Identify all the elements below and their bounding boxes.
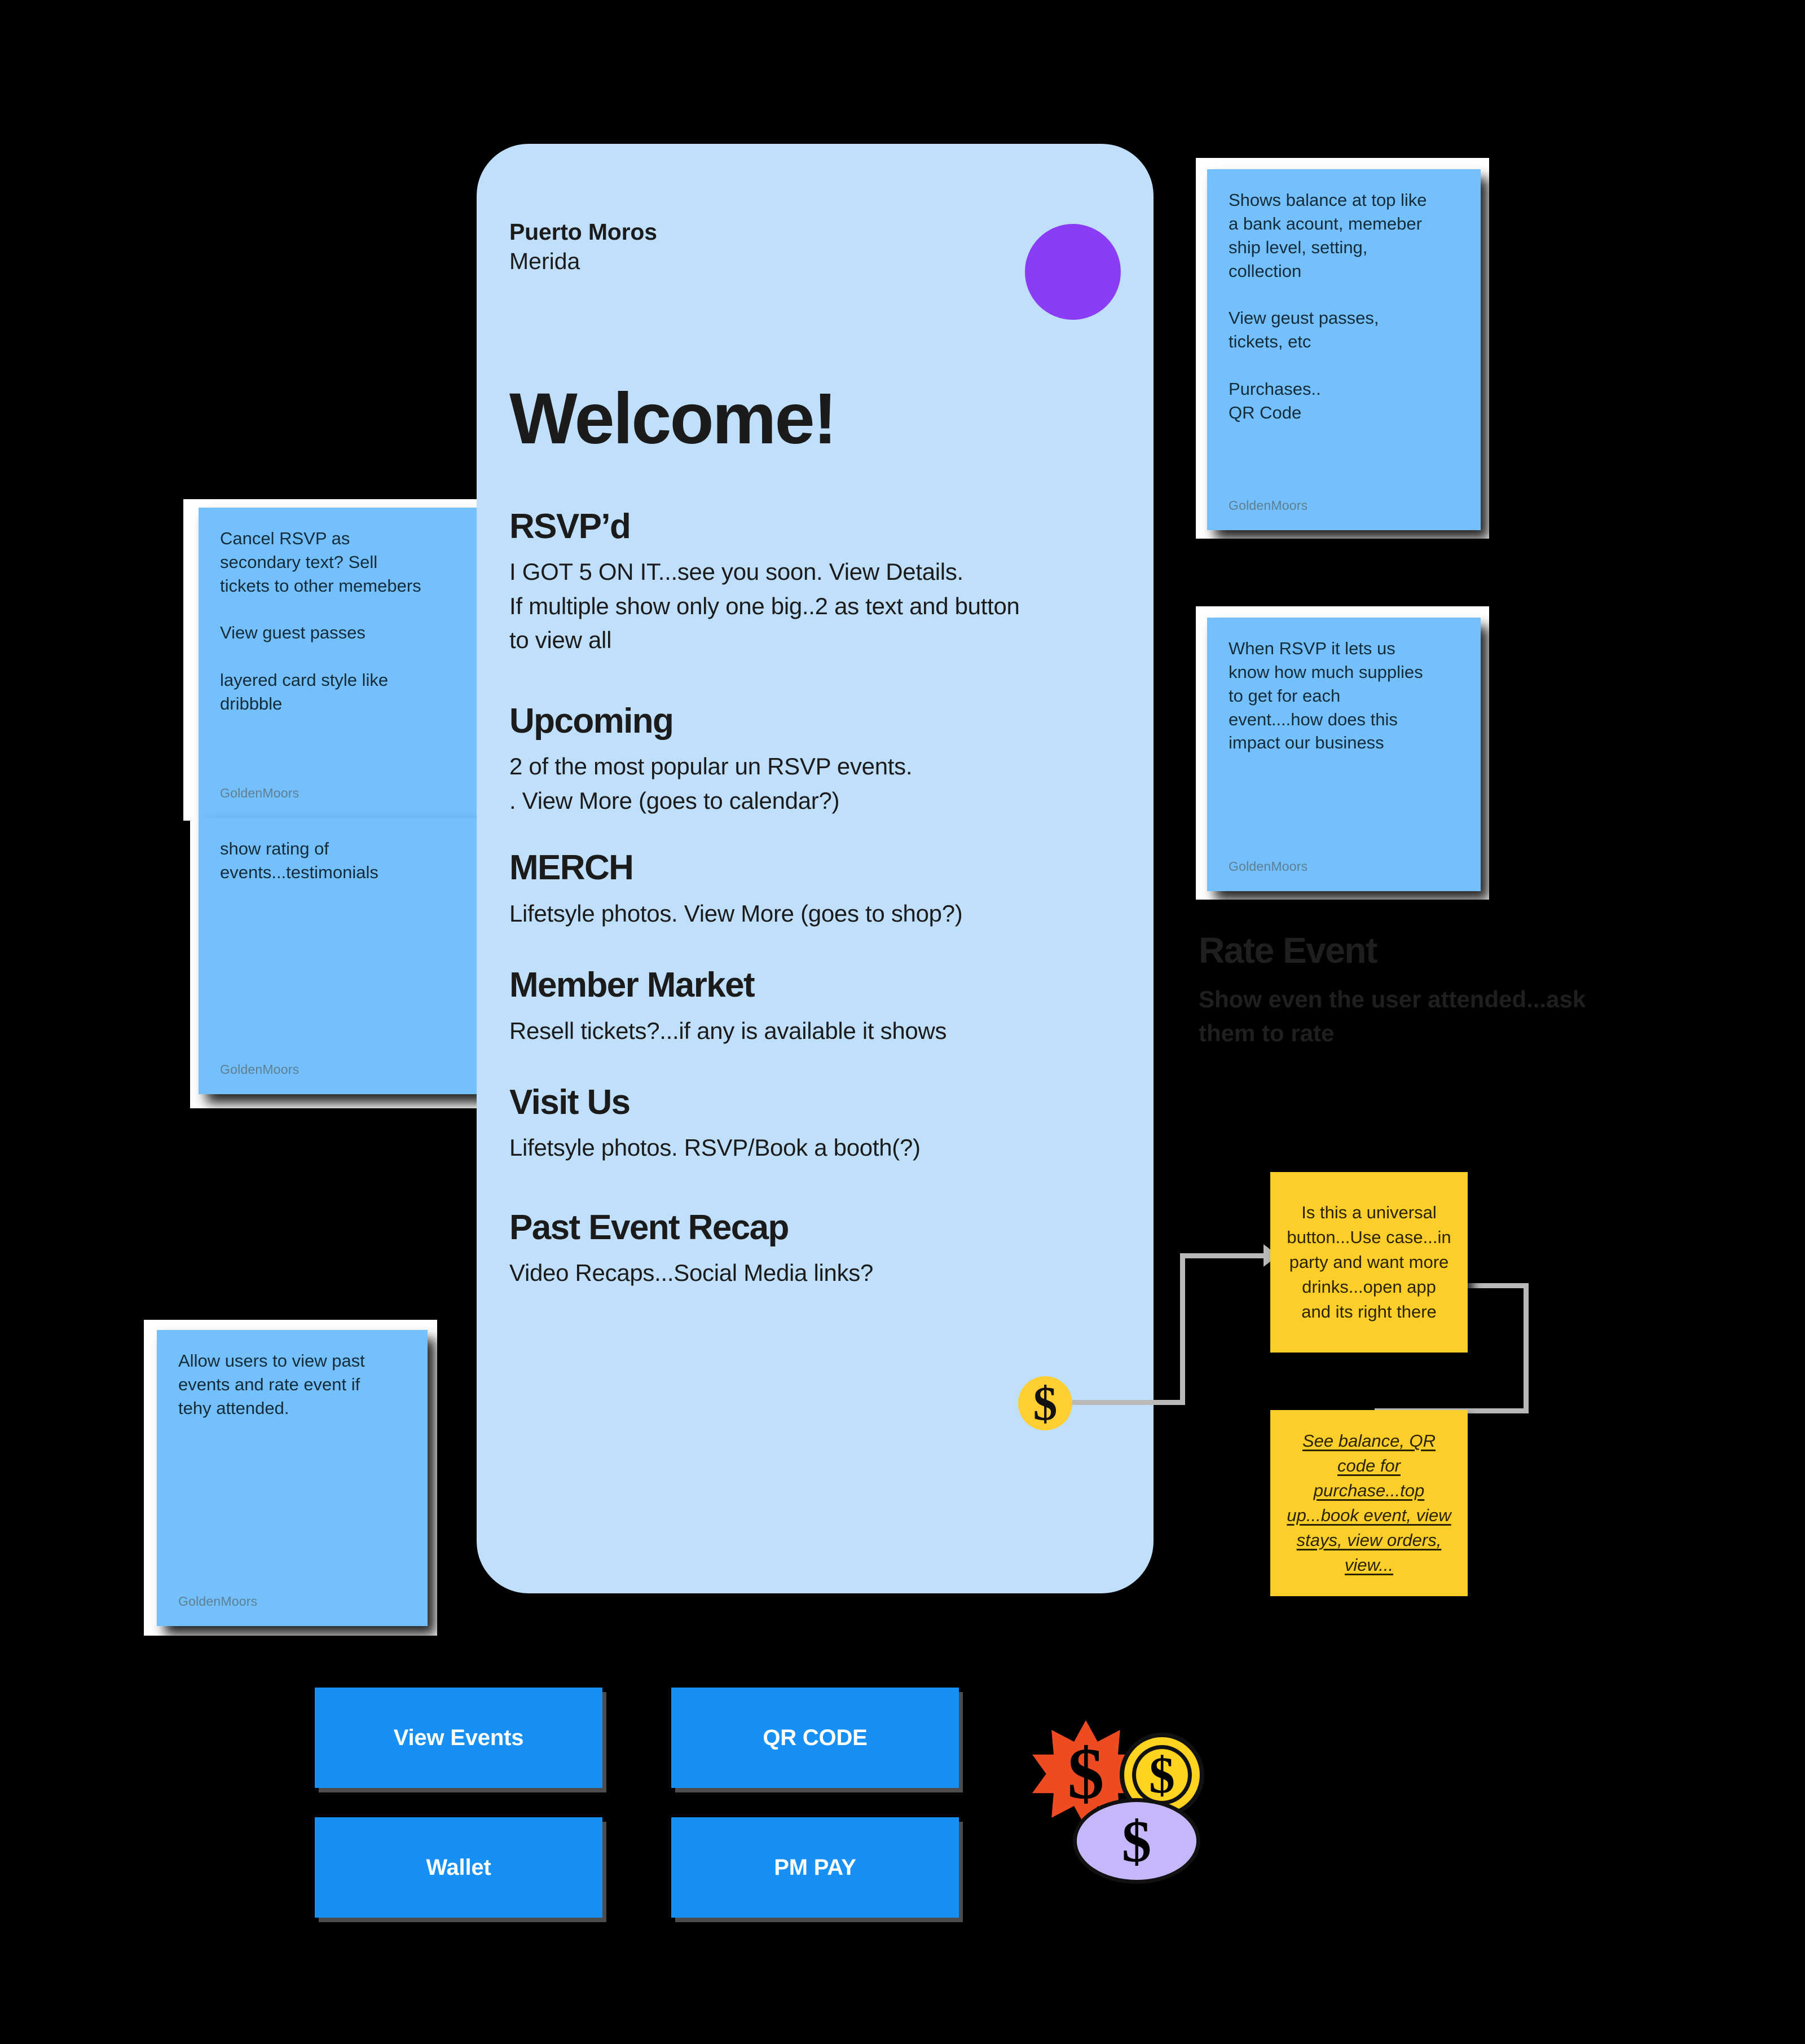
rate-event-block: Rate Event Show even the user attended..… <box>1199 931 1763 1050</box>
board-canvas: Cancel RSVP as secondary text? Sell tick… <box>0 0 1805 2044</box>
yellow-note-text: See balance, QR code for purchase...top … <box>1287 1430 1451 1575</box>
section-body: 2 of the most popular un RSVP events. . … <box>509 753 913 814</box>
connector-segment-h3 <box>1467 1283 1529 1288</box>
sticky-note-body: Cancel RSVP as secondary text? Sell tick… <box>220 528 421 713</box>
avatar[interactable] <box>1025 224 1121 320</box>
bag-dollar-symbol: $ <box>1121 1808 1152 1874</box>
section-body: Lifetsyle photos. View More (goes to sho… <box>509 900 963 927</box>
card-header: Puerto Moros Merida <box>509 217 1121 320</box>
sticky-note-show-rating[interactable]: show rating of events...testimonials Gol… <box>199 818 492 1094</box>
brand-name: Puerto Moros <box>509 219 657 245</box>
sticky-note-author: GoldenMoors <box>1229 859 1308 874</box>
connector-segment-h1 <box>1072 1400 1185 1405</box>
sticky-note-body: show rating of events...testimonials <box>220 839 378 882</box>
burst-dollar-symbol: $ <box>1067 1733 1104 1814</box>
view-events-button[interactable]: View Events <box>315 1688 602 1788</box>
yellow-note-text: Is this a universal button...Use case...… <box>1287 1202 1451 1322</box>
brand-block: Puerto Moros Merida <box>509 217 657 276</box>
sticky-note-when-rsvp[interactable]: When RSVP it lets us know how much suppl… <box>1207 618 1481 891</box>
connector-segment-h2 <box>1180 1253 1270 1258</box>
section-body: Resell tickets?...if any is available it… <box>509 1017 947 1044</box>
sticky-note-body: When RSVP it lets us know how much suppl… <box>1229 638 1423 753</box>
button-label: PM PAY <box>774 1854 856 1880</box>
sticky-note-allow-users[interactable]: Allow users to view past events and rate… <box>157 1330 428 1626</box>
section-past-event-recap: Past Event Recap Video Recaps...Social M… <box>509 1208 1121 1290</box>
connector-segment-v2 <box>1524 1283 1529 1413</box>
dollar-badge-icon[interactable]: $ <box>1018 1376 1072 1430</box>
sticky-note-author: GoldenMoors <box>178 1594 258 1609</box>
section-heading: Member Market <box>509 966 755 1005</box>
button-label: View Events <box>393 1725 524 1750</box>
section-body: I GOT 5 ON IT...see you soon. View Detai… <box>509 558 1020 654</box>
coin-dollar-symbol: $ <box>1132 1745 1192 1805</box>
sticky-note-cancel-rsvp[interactable]: Cancel RSVP as secondary text? Sell tick… <box>199 508 492 818</box>
yellow-note-universal-button[interactable]: Is this a universal button...Use case...… <box>1270 1172 1468 1353</box>
section-heading: MERCH <box>509 848 634 888</box>
button-label: QR CODE <box>763 1725 868 1750</box>
sticky-note-author: GoldenMoors <box>220 786 300 800</box>
section-member-market: Member Market Resell tickets?...if any i… <box>509 966 1121 1048</box>
qr-code-button[interactable]: QR CODE <box>671 1688 959 1788</box>
sticky-note-body: Shows balance at top like a bank acount,… <box>1229 190 1427 422</box>
section-visit-us: Visit Us Lifetsyle photos. RSVP/Book a b… <box>509 1083 1121 1165</box>
section-upcoming: Upcoming 2 of the most popular un RSVP e… <box>509 702 1121 818</box>
sticky-note-author: GoldenMoors <box>220 1062 300 1077</box>
section-body: Lifetsyle photos. RSVP/Book a booth(?) <box>509 1134 921 1161</box>
page-title: Welcome! <box>509 378 837 459</box>
section-heading: Upcoming <box>509 701 674 741</box>
brand-location: Merida <box>509 248 580 275</box>
button-label: Wallet <box>426 1854 491 1880</box>
section-rsvpd: RSVP’d I GOT 5 ON IT...see you soon. Vie… <box>509 507 1121 658</box>
sticky-note-author: GoldenMoors <box>1229 498 1308 513</box>
rate-event-heading: Rate Event <box>1199 930 1377 971</box>
section-body: Video Recaps...Social Media links? <box>509 1259 874 1287</box>
section-heading: Past Event Recap <box>509 1208 789 1247</box>
sticky-note-body: Allow users to view past events and rate… <box>178 1351 365 1418</box>
pm-pay-button[interactable]: PM PAY <box>671 1817 959 1918</box>
wallet-button[interactable]: Wallet <box>315 1817 602 1918</box>
yellow-note-see-balance[interactable]: See balance, QR code for purchase...top … <box>1270 1410 1468 1596</box>
connector-segment-v1 <box>1180 1253 1185 1404</box>
rate-event-body: Show even the user attended...ask them t… <box>1199 986 1586 1047</box>
section-merch: MERCH Lifetsyle photos. View More (goes … <box>509 848 1121 931</box>
section-heading: RSVP’d <box>509 507 631 546</box>
money-cluster: $ $ $ <box>1032 1720 1235 1906</box>
money-bag-icon: $ <box>1073 1798 1200 1884</box>
sticky-note-shows-balance[interactable]: Shows balance at top like a bank acount,… <box>1207 169 1481 530</box>
section-heading: Visit Us <box>509 1083 631 1122</box>
